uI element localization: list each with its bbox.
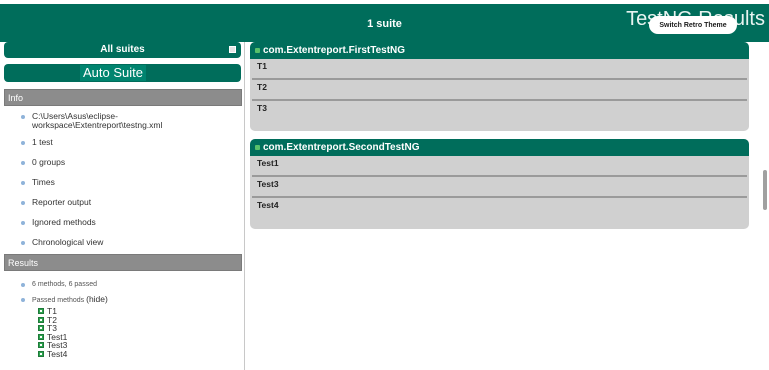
class-header[interactable]: com.Extentreport.FirstTestNG — [250, 42, 749, 59]
pass-icon — [255, 145, 260, 150]
pass-icon — [38, 350, 44, 357]
reporter-output-link[interactable]: Reporter output — [4, 198, 242, 207]
pass-icon — [38, 308, 44, 314]
class-header[interactable]: com.Extentreport.SecondTestNG — [250, 139, 749, 156]
method-row[interactable]: T1 — [252, 59, 747, 80]
results-summary: 6 methods, 6 passed — [4, 280, 242, 289]
results-list: 6 methods, 6 passed Passed methods (hide… — [4, 280, 242, 364]
hide-link[interactable]: (hide) — [86, 294, 108, 304]
testng-xml-link[interactable]: C:\Users\Asus\eclipse-workspace\Extentre… — [4, 112, 242, 130]
suite-name[interactable]: Auto Suite — [80, 65, 146, 81]
class-name: com.Extentreport.SecondTestNG — [263, 142, 420, 153]
suite-header[interactable]: Auto Suite — [4, 64, 241, 82]
collapse-icon[interactable] — [229, 46, 236, 53]
info-list: C:\Users\Asus\eclipse-workspace\Extentre… — [4, 112, 242, 258]
ignored-methods-link[interactable]: Ignored methods — [4, 218, 242, 227]
pass-icon — [255, 48, 260, 53]
pass-icon — [38, 325, 44, 331]
all-suites-header[interactable]: All suites — [4, 42, 241, 58]
all-suites-label: All suites — [100, 44, 145, 55]
tests-link[interactable]: 1 test — [4, 138, 242, 147]
navigator-pane: All suites Auto Suite Info C:\Users\Asus… — [0, 42, 245, 370]
method-item[interactable]: Test4 — [38, 348, 242, 359]
method-row[interactable]: T3 — [252, 101, 747, 122]
method-row[interactable]: Test1 — [252, 156, 747, 177]
results-section-header: Results — [4, 254, 242, 271]
switch-retro-theme-button[interactable]: Switch Retro Theme — [649, 16, 737, 34]
pass-icon — [38, 342, 44, 348]
main-panel: com.Extentreport.FirstTestNG T1 T2 T3 co… — [246, 42, 769, 370]
passed-methods-item: Passed methods (hide) T1 T2 T3 Test1 Tes… — [4, 295, 242, 358]
scrollbar-thumb[interactable] — [763, 170, 767, 210]
method-item[interactable]: T2 — [38, 315, 242, 325]
method-item[interactable]: Test3 — [38, 341, 242, 350]
passed-methods-label[interactable]: Passed methods — [32, 297, 84, 304]
info-section-header: Info — [4, 89, 242, 106]
method-name: Test4 — [47, 348, 68, 359]
method-item[interactable]: Test1 — [38, 332, 242, 342]
method-row[interactable]: Test3 — [252, 177, 747, 198]
method-row[interactable]: Test4 — [252, 198, 747, 219]
class-panel: com.Extentreport.FirstTestNG T1 T2 T3 — [250, 42, 749, 131]
top-navbar: TestNG Results 1 suite Switch Retro Them… — [0, 4, 769, 42]
method-item[interactable]: T1 — [38, 307, 242, 316]
passed-method-list: T1 T2 T3 Test1 Test3 Test4 — [38, 307, 242, 358]
method-item[interactable]: T3 — [38, 324, 242, 333]
class-name: com.Extentreport.FirstTestNG — [263, 45, 406, 56]
pass-icon — [38, 333, 44, 340]
chronological-view-link[interactable]: Chronological view — [4, 238, 242, 247]
class-panel: com.Extentreport.SecondTestNG Test1 Test… — [250, 139, 749, 229]
pass-icon — [38, 316, 44, 323]
method-row[interactable]: T2 — [252, 80, 747, 101]
groups-link[interactable]: 0 groups — [4, 158, 242, 167]
times-link[interactable]: Times — [4, 178, 242, 187]
